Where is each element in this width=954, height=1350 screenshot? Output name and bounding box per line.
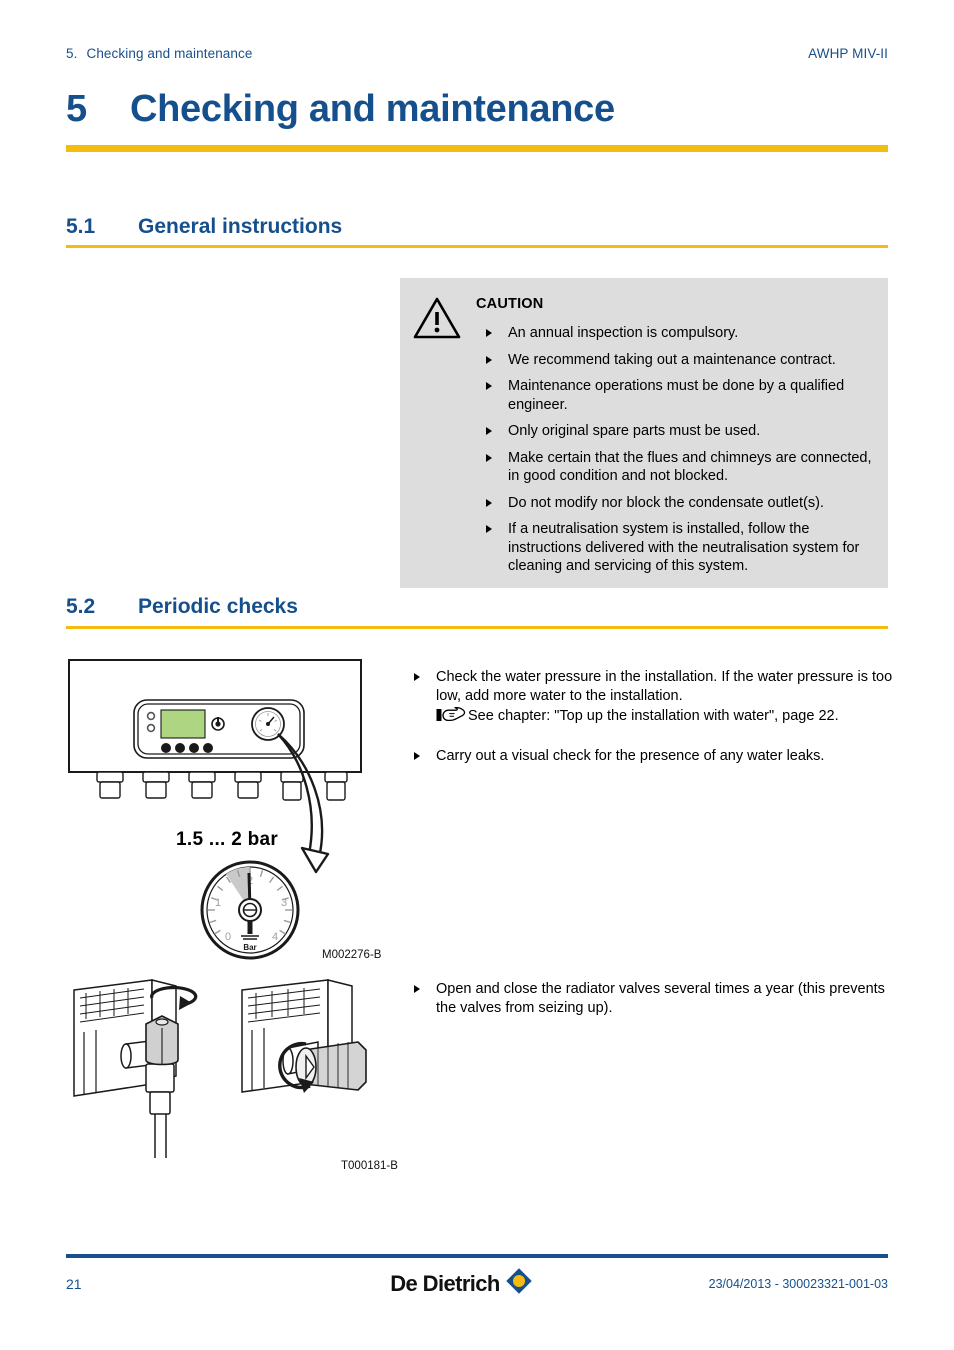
bullet-arrow-icon	[486, 355, 492, 364]
list-item: If a neutralisation system is installed,…	[476, 520, 878, 576]
list-item: We recommend taking out a maintenance co…	[476, 351, 878, 370]
list-item: Open and close the radiator valves sever…	[404, 980, 894, 1017]
footer-divider	[66, 1254, 888, 1258]
caution-item-text: An annual inspection is compulsory.	[508, 325, 739, 341]
bullet-arrow-icon	[486, 382, 492, 391]
bullet-arrow-icon	[486, 453, 492, 462]
svg-text:3: 3	[281, 897, 287, 909]
page-title-number: 5	[66, 88, 87, 130]
section-title-5-2: Periodic checks	[138, 595, 298, 618]
check-item-text: Open and close the radiator valves sever…	[436, 981, 885, 1016]
page-title-text: Checking and maintenance	[130, 88, 615, 130]
brand-logo: De Dietrich	[390, 1266, 534, 1301]
document-reference: 23/04/2013 - 300023321-001-03	[708, 1276, 888, 1291]
diamond-logo-icon	[504, 1266, 534, 1301]
cross-reference-text: See chapter: "Top up the installation wi…	[468, 708, 839, 725]
list-item: Only original spare parts must be used.	[476, 422, 878, 441]
caution-title: CAUTION	[476, 296, 544, 312]
list-item: Make certain that the flues and chimneys…	[476, 449, 878, 486]
section-heading-5-1: 5.1 General instructions	[66, 215, 888, 239]
brand-name: De Dietrich	[390, 1270, 500, 1296]
figure-caption-boiler: M002276-B	[322, 949, 382, 961]
caution-list: An annual inspection is compulsory. We r…	[476, 324, 878, 576]
radiator-valve-figure	[66, 972, 396, 1172]
gauge-target-pressure-label: 1.5 ... 2 bar	[176, 829, 279, 850]
bullet-arrow-icon	[414, 751, 420, 760]
list-item: Do not modify nor block the condensate o…	[476, 494, 878, 513]
caution-item-text: Do not modify nor block the condensate o…	[508, 494, 824, 511]
bullet-arrow-icon	[486, 427, 492, 436]
running-header-product: AWHP MIV-II	[808, 46, 888, 61]
page-number: 21	[66, 1275, 82, 1292]
bullet-arrow-icon	[414, 673, 420, 681]
periodic-checks-list-pressure: Check the water pressure in the installa…	[404, 668, 894, 765]
section-title-5-1: General instructions	[138, 215, 343, 238]
svg-text:1: 1	[215, 897, 221, 909]
caution-item-text: Make certain that the flues and chimneys…	[508, 449, 872, 485]
svg-text:0: 0	[225, 931, 231, 943]
running-header: 5. Checking and maintenance AWHP MIV-II	[66, 46, 888, 61]
list-item: An annual inspection is compulsory.	[476, 324, 878, 343]
svg-text:4: 4	[272, 931, 278, 943]
bullet-arrow-icon	[486, 498, 492, 507]
pointing-hand-icon	[436, 707, 466, 729]
section-number-5-2: 5.2	[66, 595, 96, 618]
list-item: Carry out a visual check for the presenc…	[404, 747, 894, 766]
list-item: Check the water pressure in the installa…	[404, 668, 894, 729]
list-item: Maintenance operations must be done by a…	[476, 377, 878, 414]
section-divider-5-2	[66, 626, 888, 629]
caution-item-text: If a neutralisation system is installed,…	[508, 521, 860, 575]
figure-caption-radiator: T000181-B	[341, 1160, 398, 1172]
section-number-5-1: 5.1	[66, 215, 96, 238]
cross-reference: See chapter: "Top up the installation wi…	[436, 707, 894, 729]
bullet-arrow-icon	[486, 329, 492, 337]
svg-text:Bar: Bar	[243, 943, 256, 952]
section-heading-5-2: 5.2 Periodic checks	[66, 595, 888, 619]
caution-item-text: Only original spare parts must be used.	[508, 423, 761, 440]
document-page: 5. Checking and maintenance AWHP MIV-II …	[0, 0, 954, 1350]
check-item-text: Check the water pressure in the installa…	[436, 669, 893, 704]
caution-box: CAUTION An annual inspection is compulso…	[400, 278, 888, 589]
running-header-title: Checking and maintenance	[86, 46, 253, 61]
pressure-gauge-dial: 0 1 2 3 4 Bar	[196, 858, 306, 963]
page-footer: 21 De Dietrich 23/04/2013 - 300023321-00…	[66, 1266, 888, 1301]
warning-triangle-icon	[412, 292, 466, 576]
bullet-arrow-icon	[486, 525, 492, 534]
page-title: 5 Checking and maintenance	[66, 88, 888, 131]
running-header-chapter-number: 5.	[66, 46, 78, 61]
caution-item-text: We recommend taking out a maintenance co…	[508, 351, 836, 368]
periodic-checks-list-valves: Open and close the radiator valves sever…	[404, 980, 894, 1017]
title-divider	[66, 145, 888, 152]
section-divider-5-1	[66, 245, 888, 248]
check-item-text: Carry out a visual check for the presenc…	[436, 747, 825, 764]
caution-item-text: Maintenance operations must be done by a…	[508, 378, 845, 413]
bullet-arrow-icon	[414, 985, 420, 993]
